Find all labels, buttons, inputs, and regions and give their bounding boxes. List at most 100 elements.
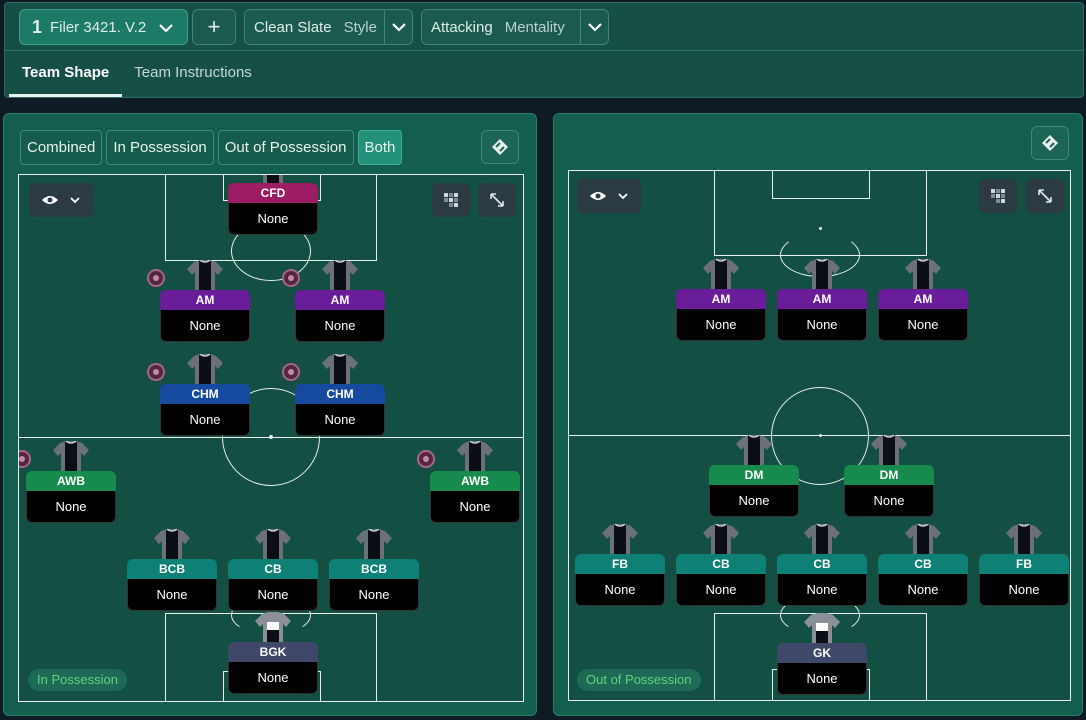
visibility-dropdown[interactable] bbox=[29, 183, 93, 217]
grid-icon bbox=[991, 189, 1005, 203]
player-role: AM bbox=[777, 289, 867, 309]
swap-button[interactable] bbox=[1031, 126, 1069, 160]
phase-combined-button[interactable]: Combined bbox=[20, 130, 103, 165]
player-card-gk[interactable]: GK None bbox=[777, 613, 867, 700]
player-card-am[interactable]: AM None bbox=[777, 258, 867, 347]
player-card-am[interactable]: AM None bbox=[878, 258, 968, 347]
chevron-down-icon bbox=[70, 197, 80, 204]
player-card-cfd[interactable]: CFD None bbox=[228, 175, 318, 241]
player-duty: None bbox=[844, 485, 934, 517]
player-card-bgk[interactable]: BGK None bbox=[228, 612, 318, 700]
phase-in-possession-button[interactable]: In Possession bbox=[106, 130, 214, 165]
ball-icon bbox=[147, 269, 165, 287]
player-duty: None bbox=[430, 491, 520, 523]
player-card-cb[interactable]: CB None bbox=[676, 523, 766, 612]
player-card-cb[interactable]: CB None bbox=[777, 523, 867, 612]
player-role: CB bbox=[228, 559, 318, 579]
ball-icon bbox=[282, 269, 300, 287]
player-card-chm[interactable]: CHM None bbox=[147, 353, 250, 442]
player-role: BCB bbox=[127, 559, 217, 579]
player-card-fb[interactable]: FB None bbox=[575, 523, 665, 612]
player-duty: None bbox=[228, 579, 318, 611]
mode-badge: Out of Possession bbox=[577, 669, 701, 691]
player-card-am[interactable]: AM None bbox=[282, 259, 385, 348]
tactic-number: 1 bbox=[32, 16, 43, 37]
player-duty: None bbox=[777, 663, 867, 695]
player-duty: None bbox=[709, 485, 799, 517]
mentality-dropdown[interactable] bbox=[580, 10, 608, 44]
penalty-spot-top bbox=[819, 227, 822, 230]
center-spot bbox=[819, 434, 822, 437]
player-duty: None bbox=[878, 309, 968, 341]
visibility-dropdown[interactable] bbox=[577, 179, 641, 213]
expand-icon bbox=[490, 193, 504, 207]
expand-button[interactable] bbox=[478, 183, 516, 217]
style-selector[interactable]: Clean Slate Style bbox=[244, 9, 413, 45]
player-card-cb[interactable]: CB None bbox=[878, 523, 968, 612]
player-role: DM bbox=[844, 465, 934, 485]
mentality-label: Mentality bbox=[504, 18, 565, 36]
grid-icon bbox=[444, 193, 458, 207]
player-role: CHM bbox=[160, 384, 250, 404]
player-card-am[interactable]: AM None bbox=[676, 258, 766, 347]
style-dropdown[interactable] bbox=[384, 10, 412, 44]
player-card-am[interactable]: AM None bbox=[147, 259, 250, 348]
player-duty: None bbox=[676, 309, 766, 341]
player-role: AM bbox=[878, 289, 968, 309]
player-role: BGK bbox=[228, 642, 318, 662]
player-card-awb[interactable]: AWB None bbox=[417, 440, 520, 529]
ball-icon bbox=[147, 363, 165, 381]
grid-button[interactable] bbox=[432, 183, 470, 217]
player-card-chm[interactable]: CHM None bbox=[282, 353, 385, 442]
out-of-possession-panel: Out of Possession AM None AM None AM None DM No… bbox=[553, 113, 1083, 716]
player-role: AM bbox=[295, 290, 385, 310]
expand-button[interactable] bbox=[1026, 179, 1064, 213]
player-role: AWB bbox=[430, 471, 520, 491]
grid-button[interactable] bbox=[979, 179, 1017, 213]
chevron-down-icon bbox=[618, 193, 628, 200]
mode-badge: In Possession bbox=[28, 669, 127, 691]
player-role: BCB bbox=[329, 559, 419, 579]
ball-icon bbox=[417, 450, 435, 468]
style-label: Style bbox=[343, 18, 377, 36]
player-duty: None bbox=[127, 579, 217, 611]
phase-out-of-possession-button[interactable]: Out of Possession bbox=[217, 130, 354, 165]
player-card-dm[interactable]: DM None bbox=[844, 434, 934, 523]
swap-icon bbox=[492, 139, 508, 155]
player-card-fb[interactable]: FB None bbox=[979, 523, 1069, 612]
pitch: In Possession CFD None AM None AM None CHM None… bbox=[18, 174, 524, 702]
add-tactic-button[interactable]: + bbox=[192, 9, 236, 45]
goal-box-top bbox=[772, 171, 870, 199]
player-role: AM bbox=[676, 289, 766, 309]
eye-icon bbox=[590, 192, 606, 200]
player-card-dm[interactable]: DM None bbox=[709, 434, 799, 523]
player-role: AM bbox=[160, 290, 250, 310]
player-duty: None bbox=[676, 574, 766, 606]
tactic-name: Filer 3421. V.2 bbox=[50, 18, 147, 36]
mentality-value: Attacking bbox=[431, 18, 493, 36]
player-duty: None bbox=[295, 404, 385, 436]
player-card-bcb[interactable]: BCB None bbox=[329, 528, 419, 617]
player-duty: None bbox=[26, 491, 116, 523]
style-value: Clean Slate bbox=[254, 18, 332, 36]
player-duty: None bbox=[160, 404, 250, 436]
swap-icon bbox=[1042, 135, 1058, 151]
player-duty: None bbox=[228, 662, 318, 694]
tab-team-instructions[interactable]: Team Instructions bbox=[122, 51, 264, 97]
player-card-bcb[interactable]: BCB None bbox=[127, 528, 217, 617]
player-duty: None bbox=[979, 574, 1069, 606]
player-duty: None bbox=[160, 310, 250, 342]
swap-button[interactable] bbox=[481, 130, 519, 164]
player-duty: None bbox=[329, 579, 419, 611]
player-duty: None bbox=[228, 203, 318, 235]
center-spot bbox=[269, 435, 273, 439]
tab-team-shape[interactable]: Team Shape bbox=[9, 51, 123, 97]
player-duty: None bbox=[777, 574, 867, 606]
tactic-selector[interactable]: 1 Filer 3421. V.2 bbox=[19, 9, 188, 45]
player-duty: None bbox=[878, 574, 968, 606]
mentality-selector[interactable]: Attacking Mentality bbox=[421, 9, 609, 45]
player-duty: None bbox=[777, 309, 867, 341]
player-card-cb[interactable]: CB None bbox=[228, 528, 318, 617]
phase-both-button[interactable]: Both bbox=[357, 130, 403, 165]
player-card-awb[interactable]: AWB None bbox=[19, 440, 116, 529]
